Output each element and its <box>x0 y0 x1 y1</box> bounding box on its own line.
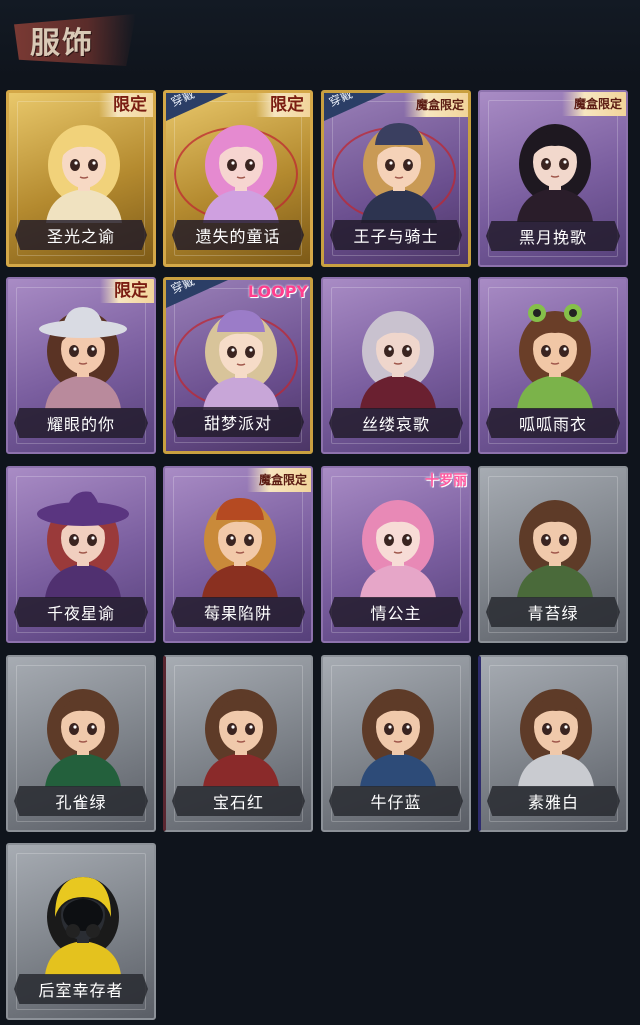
costume-name: 王子与骑士 <box>353 227 439 246</box>
character-portrait <box>360 311 436 409</box>
costume-card[interactable]: 穿戴 LOOPY 甜梦派对 <box>163 277 313 454</box>
name-plate: 素雅白 <box>487 786 620 816</box>
costume-name: 素雅白 <box>527 793 579 812</box>
character-portrait <box>202 498 278 598</box>
character-portrait <box>203 689 279 787</box>
mystery-box-limited-tag: 魔盒限定 <box>246 468 311 492</box>
costume-card[interactable]: 穿戴 限定 遗失的童话 <box>163 90 313 267</box>
costume-name: 后室幸存者 <box>38 981 124 1000</box>
costume-card[interactable]: 穿戴 魔盒限定 王子与骑士 <box>321 90 471 267</box>
name-plate: 情公主 <box>329 597 463 627</box>
costume-card[interactable]: 后室幸存者 <box>6 843 156 1020</box>
costume-name: 甜梦派对 <box>203 414 272 433</box>
costume-name: 青苔绿 <box>527 604 579 623</box>
mystery-box-limited-tag: 魔盒限定 <box>403 93 468 117</box>
character-portrait <box>517 304 593 409</box>
character-portrait <box>46 125 122 223</box>
name-plate: 圣光之谕 <box>15 220 147 250</box>
costume-card[interactable]: 魔盒限定莓果陷阱 <box>163 466 313 643</box>
costume-card[interactable]: 宝石红 <box>163 655 313 832</box>
name-plate: 丝缕哀歌 <box>329 408 463 438</box>
costume-name: 千夜星谕 <box>46 604 115 623</box>
name-plate: 莓果陷阱 <box>171 597 305 627</box>
costume-card[interactable]: 牛仔蓝 <box>321 655 471 832</box>
character-portrait <box>39 307 127 409</box>
costume-card[interactable]: 青苔绿 <box>478 466 628 643</box>
limited-tag: 限定 <box>100 279 154 303</box>
name-plate: 后室幸存者 <box>14 974 148 1004</box>
costume-card[interactable]: 十罗丽情公主 <box>321 466 471 643</box>
character-portrait <box>203 125 279 223</box>
character-portrait <box>517 124 593 222</box>
character-portrait <box>517 500 593 598</box>
name-plate: 黑月挽歌 <box>486 221 620 251</box>
costume-name: 黑月挽歌 <box>518 228 587 247</box>
character-portrait <box>360 500 436 598</box>
costume-card[interactable]: 孔雀绿 <box>6 655 156 832</box>
mystery-box-limited-tag: 魔盒限定 <box>561 92 626 116</box>
collab-logo: 十罗丽 <box>425 473 467 489</box>
name-plate: 千夜星谕 <box>14 597 148 627</box>
costume-card[interactable]: 千夜星谕 <box>6 466 156 643</box>
character-portrait <box>518 689 594 787</box>
costume-name: 宝石红 <box>212 793 264 812</box>
costume-name: 遗失的童话 <box>195 227 281 246</box>
costume-name: 耀眼的你 <box>46 415 115 434</box>
character-portrait <box>203 310 279 410</box>
costume-name: 情公主 <box>370 604 422 623</box>
costume-name: 丝缕哀歌 <box>361 415 430 434</box>
limited-tag: 限定 <box>99 93 153 117</box>
character-portrait <box>361 123 437 223</box>
costume-name: 牛仔蓝 <box>370 793 422 812</box>
name-plate: 牛仔蓝 <box>329 786 463 816</box>
costume-name: 呱呱雨衣 <box>518 415 587 434</box>
costume-card[interactable]: 魔盒限定黑月挽歌 <box>478 90 628 267</box>
costume-card[interactable]: 限定耀眼的你 <box>6 277 156 454</box>
name-plate: 青苔绿 <box>486 597 620 627</box>
character-portrait <box>360 689 436 787</box>
name-plate: 宝石红 <box>172 786 305 816</box>
costume-name: 圣光之谕 <box>46 227 115 246</box>
costume-grid: 限定 圣光之谕 穿戴 限定 遗失的童话 穿戴 魔盒限定 王子与骑士 魔盒限定 黑月挽歌 限定 耀眼的你… <box>0 0 640 1025</box>
name-plate: 甜梦派对 <box>172 407 304 437</box>
character-portrait <box>37 491 129 598</box>
character-portrait <box>45 877 121 975</box>
costume-name: 莓果陷阱 <box>203 604 272 623</box>
collab-logo: LOOPY <box>247 282 308 301</box>
name-plate: 孔雀绿 <box>14 786 148 816</box>
costume-card[interactable]: 限定圣光之谕 <box>6 90 156 267</box>
limited-tag: 限定 <box>256 93 310 117</box>
costume-name: 孔雀绿 <box>55 793 107 812</box>
name-plate: 耀眼的你 <box>14 408 148 438</box>
name-plate: 呱呱雨衣 <box>486 408 620 438</box>
costume-card[interactable]: 丝缕哀歌 <box>321 277 471 454</box>
costume-card[interactable]: 素雅白 <box>478 655 628 832</box>
costume-card[interactable]: 呱呱雨衣 <box>478 277 628 454</box>
character-portrait <box>45 689 121 787</box>
name-plate: 遗失的童话 <box>172 220 304 250</box>
name-plate: 王子与骑士 <box>330 220 462 250</box>
